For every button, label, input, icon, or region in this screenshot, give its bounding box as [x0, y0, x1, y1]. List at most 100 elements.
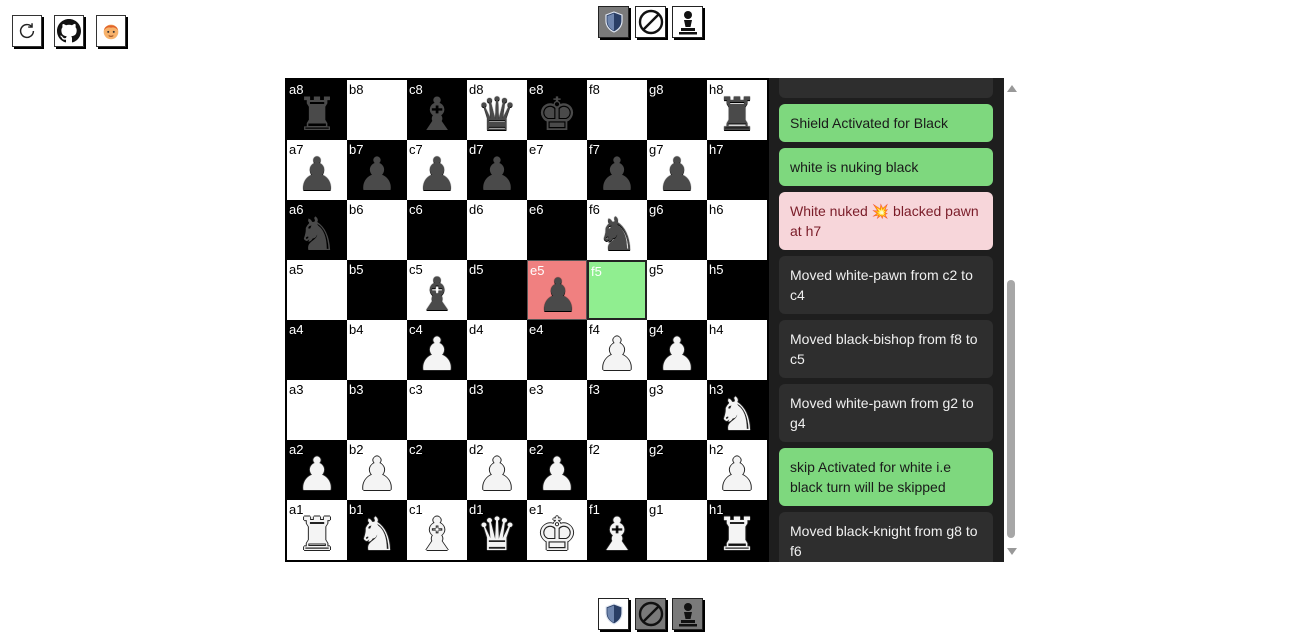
square-c3[interactable]: c3 — [407, 380, 467, 440]
reset-button[interactable] — [12, 15, 42, 47]
square-h4[interactable]: h4 — [707, 320, 767, 380]
square-e3[interactable]: e3 — [527, 380, 587, 440]
square-d3[interactable]: d3 — [467, 380, 527, 440]
square-g2[interactable]: g2 — [647, 440, 707, 500]
square-d4[interactable]: d4 — [467, 320, 527, 380]
square-h2[interactable]: h2 ♟ — [707, 440, 767, 500]
square-c4[interactable]: c4 ♟ — [407, 320, 467, 380]
square-d7[interactable]: d7 ♟ — [467, 140, 527, 200]
white-pawn-icon[interactable]: ♟ — [407, 320, 467, 380]
white-pawn-icon[interactable]: ♟ — [527, 440, 587, 500]
square-d2[interactable]: d2 ♟ — [467, 440, 527, 500]
square-c2[interactable]: c2 — [407, 440, 467, 500]
square-c5[interactable]: c5 ♝ — [407, 260, 467, 320]
white-knight-icon[interactable]: ♞ — [707, 380, 767, 440]
square-b8[interactable]: b8 — [347, 80, 407, 140]
bottom-pawn-button[interactable] — [672, 598, 703, 630]
top-pawn-button[interactable] — [672, 6, 703, 38]
square-f6[interactable]: f6 ♞ — [587, 200, 647, 260]
white-pawn-icon[interactable]: ♟ — [347, 440, 407, 500]
white-king-icon[interactable]: ♚ — [527, 500, 587, 560]
scroll-up-arrow[interactable] — [1007, 85, 1017, 92]
square-a7[interactable]: a7 ♟ — [287, 140, 347, 200]
black-pawn-icon[interactable]: ♟ — [467, 140, 527, 200]
square-e5[interactable]: e5 ♟ — [527, 260, 588, 321]
black-pawn-icon[interactable]: ♟ — [528, 261, 588, 321]
white-bishop-icon[interactable]: ♝ — [407, 500, 467, 560]
move-log-scrollbar[interactable] — [1004, 78, 1018, 562]
black-king-icon[interactable]: ♚ — [527, 80, 587, 140]
square-h3[interactable]: h3 ♞ — [707, 380, 767, 440]
square-f7[interactable]: f7 ♟ — [587, 140, 647, 200]
square-e6[interactable]: e6 — [527, 200, 587, 260]
square-f4[interactable]: f4 ♟ — [587, 320, 647, 380]
white-rook-icon[interactable]: ♜ — [287, 500, 347, 560]
square-c7[interactable]: c7 ♟ — [407, 140, 467, 200]
white-pawn-icon[interactable]: ♟ — [587, 320, 647, 380]
black-pawn-icon[interactable]: ♟ — [347, 140, 407, 200]
square-g8[interactable]: g8 — [647, 80, 707, 140]
square-h1[interactable]: h1 ♜ — [707, 500, 767, 560]
white-pawn-icon[interactable]: ♟ — [467, 440, 527, 500]
white-rook-icon[interactable]: ♜ — [707, 500, 767, 560]
square-d6[interactable]: d6 — [467, 200, 527, 260]
black-rook-icon[interactable]: ♜ — [707, 80, 767, 140]
square-a8[interactable]: a8 ♜ — [287, 80, 347, 140]
square-g3[interactable]: g3 — [647, 380, 707, 440]
black-rook-icon[interactable]: ♜ — [287, 80, 347, 140]
square-a2[interactable]: a2 ♟ — [287, 440, 347, 500]
square-h8[interactable]: h8 ♜ — [707, 80, 767, 140]
scroll-down-arrow[interactable] — [1007, 548, 1017, 555]
white-pawn-icon[interactable]: ♟ — [707, 440, 767, 500]
square-a4[interactable]: a4 — [287, 320, 347, 380]
white-queen-icon[interactable]: ♛ — [467, 500, 527, 560]
square-d1[interactable]: d1 ♛ — [467, 500, 527, 560]
black-pawn-icon[interactable]: ♟ — [407, 140, 467, 200]
square-e2[interactable]: e2 ♟ — [527, 440, 587, 500]
square-a5[interactable]: a5 — [287, 260, 347, 320]
square-b3[interactable]: b3 — [347, 380, 407, 440]
square-h5[interactable]: h5 — [707, 260, 767, 320]
square-c8[interactable]: c8 ♝ — [407, 80, 467, 140]
square-a6[interactable]: a6 ♞ — [287, 200, 347, 260]
white-knight-icon[interactable]: ♞ — [347, 500, 407, 560]
square-g5[interactable]: g5 — [647, 260, 707, 320]
top-shield-button[interactable] — [598, 6, 629, 38]
square-h7[interactable]: h7 — [707, 140, 767, 200]
square-b5[interactable]: b5 — [347, 260, 407, 320]
square-a1[interactable]: a1 ♜ — [287, 500, 347, 560]
square-f3[interactable]: f3 — [587, 380, 647, 440]
square-c1[interactable]: c1 ♝ — [407, 500, 467, 560]
square-b4[interactable]: b4 — [347, 320, 407, 380]
square-g4[interactable]: g4 ♟ — [647, 320, 707, 380]
avatar-button[interactable] — [96, 15, 126, 47]
square-b6[interactable]: b6 — [347, 200, 407, 260]
square-h6[interactable]: h6 — [707, 200, 767, 260]
top-skip-button[interactable] — [635, 6, 666, 38]
square-f1[interactable]: f1 ♝ — [587, 500, 647, 560]
black-pawn-icon[interactable]: ♟ — [647, 140, 707, 200]
black-pawn-icon[interactable]: ♟ — [287, 140, 347, 200]
square-c6[interactable]: c6 — [407, 200, 467, 260]
square-g1[interactable]: g1 — [647, 500, 707, 560]
square-f5[interactable]: f5 — [587, 260, 647, 320]
bottom-skip-button[interactable] — [635, 598, 666, 630]
square-e4[interactable]: e4 — [527, 320, 587, 380]
square-f2[interactable]: f2 — [587, 440, 647, 500]
github-button[interactable] — [54, 15, 84, 47]
black-bishop-icon[interactable]: ♝ — [407, 260, 467, 320]
scrollbar-thumb[interactable] — [1007, 280, 1015, 538]
square-d8[interactable]: d8 ♛ — [467, 80, 527, 140]
square-e8[interactable]: e8 ♚ — [527, 80, 587, 140]
black-knight-icon[interactable]: ♞ — [287, 200, 347, 260]
black-pawn-icon[interactable]: ♟ — [587, 140, 647, 200]
black-knight-icon[interactable]: ♞ — [587, 200, 647, 260]
square-b1[interactable]: b1 ♞ — [347, 500, 407, 560]
black-bishop-icon[interactable]: ♝ — [407, 80, 467, 140]
square-g6[interactable]: g6 — [647, 200, 707, 260]
white-bishop-icon[interactable]: ♝ — [587, 500, 647, 560]
square-d5[interactable]: d5 — [467, 260, 527, 320]
square-e1[interactable]: e1 ♚ — [527, 500, 587, 560]
square-f8[interactable]: f8 — [587, 80, 647, 140]
white-pawn-icon[interactable]: ♟ — [287, 440, 347, 500]
